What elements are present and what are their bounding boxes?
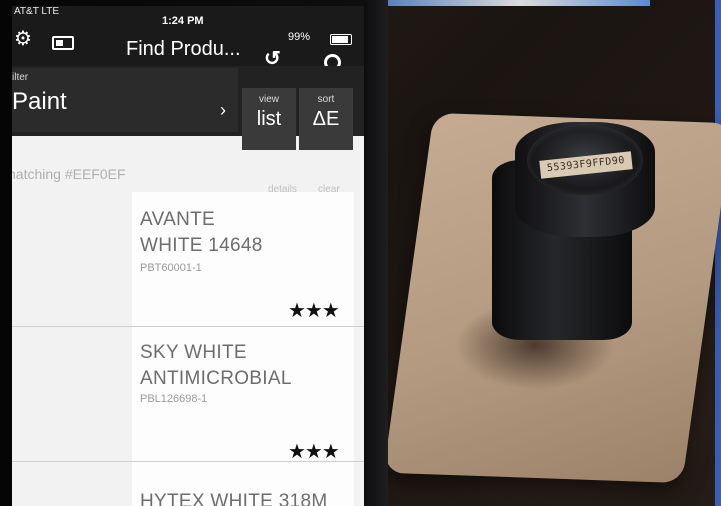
sort-value: ΔE (312, 108, 340, 130)
product-row[interactable]: AVANTE WHITE 14648 PBT60001-1 ★★★ (12, 192, 364, 327)
rating-stars: ★★★ (288, 300, 340, 322)
product-name-line2: ANTIMICROBIAL (140, 368, 292, 389)
filter-value: Paint (12, 88, 67, 115)
sort-button[interactable]: sort ΔE (299, 88, 353, 150)
product-name-line2: WHITE 14648 (140, 235, 263, 256)
gear-icon[interactable]: ⚙ (14, 26, 32, 51)
filter-label: ilter (12, 72, 29, 83)
status-time: 1:24 PM (162, 15, 204, 27)
matching-color-text: natching #EEF0EF (12, 166, 126, 182)
product-row[interactable]: SKY WHITE ANTIMICROBIAL PBL126698-1 ★★★ (12, 327, 364, 463)
battery-icon[interactable] (52, 36, 74, 50)
product-name-line1: AVANTE (140, 209, 215, 230)
app-header: AT&T LTE 1:24 PM 99% ⚙ Find Produ... ↺ (12, 6, 364, 71)
phone-screen: AT&T LTE 1:24 PM 99% ⚙ Find Produ... ↺ i… (12, 6, 364, 506)
chevron-right-icon: › (220, 100, 226, 120)
phone: AT&T LTE 1:24 PM 99% ⚙ Find Produ... ↺ i… (0, 0, 388, 506)
match-bar: natching #EEF0EF details clear (12, 158, 364, 195)
product-row[interactable]: HYTEX WHITE 318M (12, 462, 364, 506)
product-code: PBL126698-1 (140, 393, 208, 405)
filter-selector[interactable]: ilter Paint › (12, 68, 238, 132)
product-code: PBT60001-1 (140, 262, 202, 274)
product-name-line1: SKY WHITE (140, 342, 247, 363)
carrier-text: AT&T LTE (14, 6, 60, 17)
status-battery-icon (330, 34, 352, 45)
status-bar: AT&T LTE 1:24 PM 99% (12, 6, 364, 45)
view-value: list (256, 108, 282, 130)
rating-stars: ★★★ (288, 441, 340, 463)
page-title: Find Produ... (126, 38, 241, 60)
right-edge-strip (715, 0, 721, 506)
sort-label: sort (317, 94, 335, 105)
battery-percent: 99% (288, 31, 311, 43)
filter-bar: ilter Paint › view list sort ΔE (12, 66, 364, 150)
product-name-line1: HYTEX WHITE 318M (140, 491, 328, 506)
view-toggle-button[interactable]: view list (242, 88, 296, 150)
view-label: view (258, 94, 279, 105)
